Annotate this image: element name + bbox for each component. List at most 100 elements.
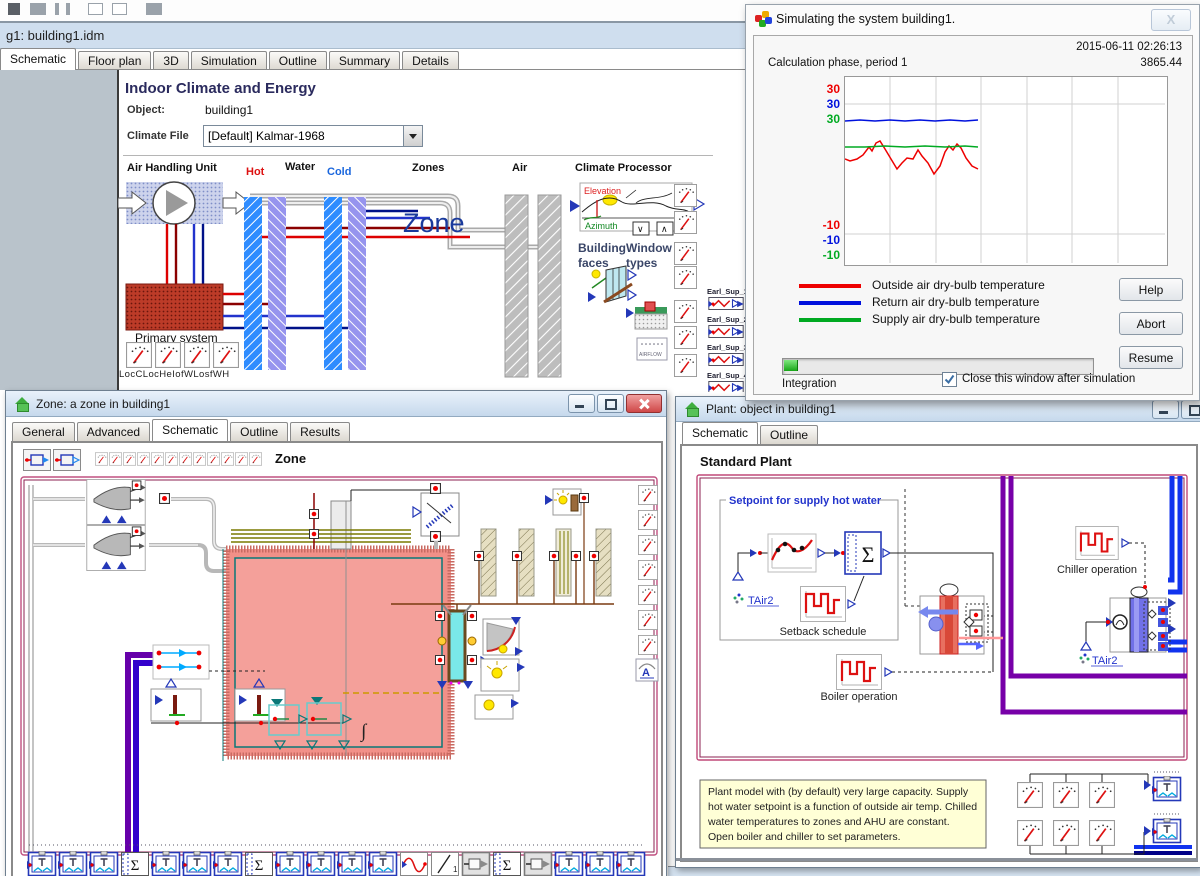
zone-tabs: General Advanced Schematic Outline Resul…: [12, 420, 352, 441]
primary-system[interactable]: [126, 284, 223, 330]
ceiling-port[interactable]: [310, 510, 319, 519]
toolbar-icon[interactable]: [8, 3, 20, 15]
toolbar-icon[interactable]: [112, 3, 127, 15]
setback-schedule[interactable]: [801, 576, 865, 622]
close-x-glyph: X: [1167, 12, 1176, 27]
tair2-a-label[interactable]: TAir2: [748, 595, 773, 607]
azimuth-label: Azimuth: [585, 221, 618, 231]
zone-tab-schematic[interactable]: Schematic: [152, 419, 228, 441]
bottom-gauges[interactable]: [127, 343, 239, 368]
tab-3d[interactable]: 3D: [153, 51, 188, 70]
ext-wall-icon[interactable]: [626, 302, 667, 329]
y-label-m10-green: -10: [810, 248, 840, 262]
chiller[interactable]: [1081, 585, 1176, 652]
zone-minimize-button[interactable]: [568, 394, 595, 413]
boiler-operation[interactable]: [837, 655, 994, 690]
plant-window[interactable]: Plant: object in building1 Schematic Out…: [675, 396, 1200, 868]
plant-restore-button[interactable]: [1181, 400, 1200, 419]
tab-schematic[interactable]: Schematic: [0, 48, 76, 70]
plant-tab-schematic[interactable]: Schematic: [682, 422, 758, 444]
equipment-icon[interactable]: [475, 695, 519, 719]
zone-tab-advanced[interactable]: Advanced: [77, 422, 150, 441]
toolbar-icon[interactable]: [30, 3, 46, 15]
help-button[interactable]: Help: [1119, 278, 1183, 301]
legend-return: Return air dry-bulb temperature: [872, 295, 1039, 309]
zone-window[interactable]: Zone: a zone in building1 General Advanc…: [5, 390, 667, 876]
hot-water-return-bar[interactable]: [268, 197, 286, 370]
plant-bottom-gauges[interactable]: [1018, 783, 1115, 846]
max-box[interactable]: ∧: [661, 224, 668, 234]
tab-floor-plan[interactable]: Floor plan: [78, 51, 151, 70]
setback-label: Setback schedule: [780, 626, 867, 638]
y-label-30-red: 30: [810, 82, 840, 96]
airflow-icon[interactable]: AIRFLOW: [637, 338, 667, 360]
wall-sections[interactable]: [481, 529, 611, 596]
air-return-bar[interactable]: [538, 195, 561, 377]
zone-link-text[interactable]: Zone: [403, 208, 465, 238]
sum-block[interactable]: Σ: [845, 532, 890, 574]
toolbar-icon[interactable]: [88, 3, 103, 15]
zone-tab-general[interactable]: General: [12, 422, 75, 441]
gauge-column[interactable]: [674, 184, 696, 376]
earl-sup-icons[interactable]: Earl_Sup_1 Earl_Sup_2 Earl_Sup_3 Earl_Su…: [707, 287, 749, 392]
legend-supply: Supply air dry-bulb temperature: [872, 312, 1040, 326]
tair2-link-b[interactable]: TAir2: [1080, 654, 1124, 668]
close-after-sim-checkbox[interactable]: [942, 372, 957, 387]
y-label-m10-red: -10: [810, 218, 840, 232]
tab-details[interactable]: Details: [402, 51, 459, 70]
return-terminal[interactable]: [87, 525, 146, 570]
toolbar-icon[interactable]: [66, 3, 70, 15]
zone-room[interactable]: [223, 549, 451, 761]
cold-water-supply-bar[interactable]: [324, 197, 342, 370]
earl-sup-3-label: Earl_Sup_3: [707, 343, 748, 352]
ahu-primary-lines: [167, 224, 203, 284]
resume-button[interactable]: Resume: [1119, 346, 1183, 369]
simulation-dialog[interactable]: Simulating the system building1. X 2015-…: [745, 4, 1200, 401]
boiler[interactable]: [918, 584, 1003, 654]
air-handling-unit[interactable]: [118, 182, 250, 224]
zone-tab-results[interactable]: Results: [290, 422, 350, 441]
abort-button[interactable]: Abort: [1119, 312, 1183, 335]
plant-t-block[interactable]: [1152, 818, 1181, 843]
damper-block[interactable]: [351, 484, 459, 549]
duct-port[interactable]: [160, 494, 170, 504]
hot-water-supply-bar[interactable]: [244, 197, 262, 370]
solar-gain-icon[interactable]: [483, 617, 523, 656]
tair2-link-a[interactable]: TAir2: [734, 594, 780, 608]
tab-outline[interactable]: Outline: [269, 51, 327, 70]
zone-schematic: ∫ A: [13, 443, 659, 876]
zone-restore-button[interactable]: [597, 394, 624, 413]
zone-tab-outline[interactable]: Outline: [230, 422, 288, 441]
ahu-air-pipes: [250, 196, 539, 247]
supply-terminal[interactable]: [87, 479, 146, 524]
progress-fill: [784, 360, 798, 371]
plant-content-frame: Standard Plant: [680, 444, 1198, 862]
tair2-b-label[interactable]: TAir2: [1092, 655, 1117, 667]
plant-bottom-strip[interactable]: [676, 858, 1198, 861]
valve-cluster[interactable]: [153, 645, 209, 679]
y-label-30-green: 30: [810, 112, 840, 126]
tab-simulation[interactable]: Simulation: [191, 51, 267, 70]
toolbar-icon[interactable]: [55, 3, 59, 15]
building-faces-icon[interactable]: [588, 266, 636, 302]
plant-minimize-button[interactable]: [1152, 400, 1179, 419]
lighting-icon[interactable]: [481, 659, 525, 691]
simulation-close-button[interactable]: X: [1151, 9, 1191, 31]
y-label-m10-blue: -10: [810, 233, 840, 247]
setpoint-chain[interactable]: [733, 534, 845, 580]
zone-close-button[interactable]: [626, 394, 662, 413]
min-box[interactable]: ∨: [637, 224, 644, 234]
building-schematic: Zone Elevation Azimuth ∨ ∧: [118, 70, 770, 392]
toolbar-icon[interactable]: [146, 3, 162, 15]
zone-titlebar[interactable]: Zone: a zone in building1: [6, 391, 666, 417]
tab-summary[interactable]: Summary: [329, 51, 400, 70]
sim-plot-frame: [844, 76, 1168, 266]
zone-gauge-column[interactable]: A: [636, 485, 658, 681]
plant-window-title: Plant: object in building1: [706, 402, 836, 416]
plant-t-block[interactable]: [1152, 776, 1181, 801]
ceiling-port[interactable]: [310, 530, 319, 539]
cold-water-return-bar[interactable]: [348, 197, 366, 370]
air-supply-bar[interactable]: [505, 195, 528, 377]
setpoint-group-title: Setpoint for supply hot water: [729, 495, 882, 507]
plant-tab-outline[interactable]: Outline: [760, 425, 818, 444]
